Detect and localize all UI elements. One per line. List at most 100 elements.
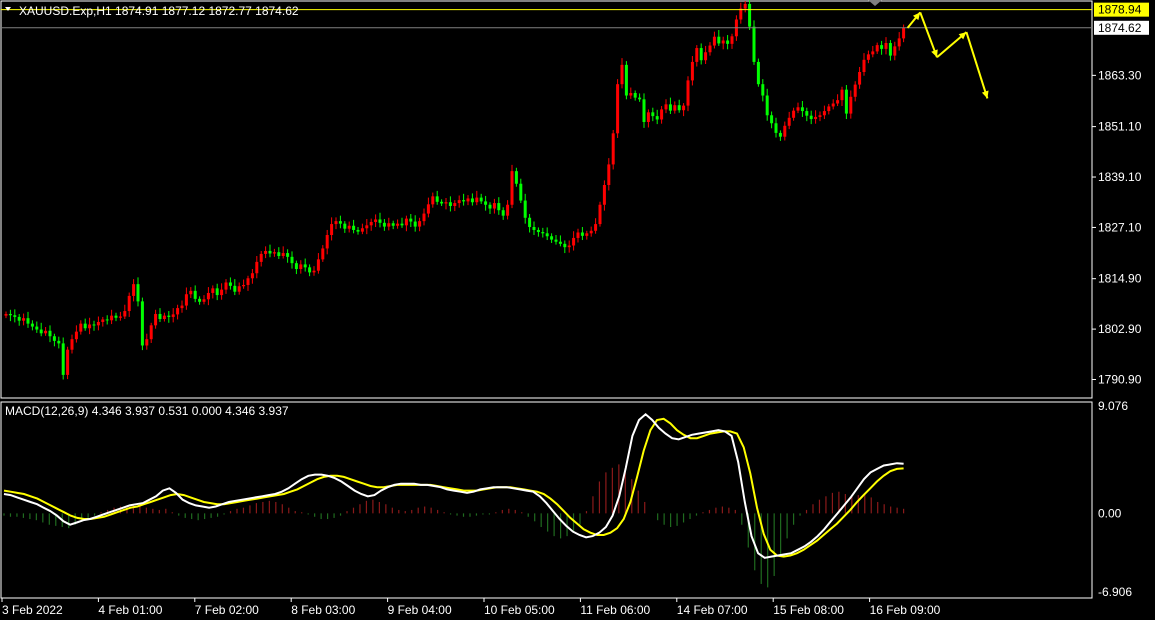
candle-body[interactable]	[541, 232, 545, 234]
candle-body[interactable]	[118, 316, 122, 318]
candle-body[interactable]	[343, 223, 347, 229]
candle-body[interactable]	[809, 115, 813, 120]
candle-body[interactable]	[48, 330, 52, 337]
candle-body[interactable]	[321, 248, 325, 260]
candle-body[interactable]	[330, 224, 334, 235]
candle-body[interactable]	[356, 229, 360, 232]
candle-body[interactable]	[849, 96, 853, 114]
candle-body[interactable]	[624, 64, 628, 96]
candle-body[interactable]	[805, 111, 809, 116]
candle-body[interactable]	[831, 103, 835, 107]
candle-body[interactable]	[475, 197, 479, 203]
candle-body[interactable]	[602, 185, 606, 205]
candle-body[interactable]	[778, 132, 782, 137]
candle-body[interactable]	[488, 204, 492, 209]
candle-body[interactable]	[136, 284, 140, 302]
candle-body[interactable]	[422, 213, 426, 222]
candle-body[interactable]	[250, 273, 254, 279]
candle-body[interactable]	[286, 253, 290, 257]
candle-body[interactable]	[814, 116, 818, 120]
candle-body[interactable]	[127, 295, 131, 312]
candle-body[interactable]	[893, 46, 897, 56]
candle-body[interactable]	[655, 116, 659, 120]
candle-body[interactable]	[237, 286, 241, 292]
candle-body[interactable]	[457, 200, 461, 204]
candle-body[interactable]	[57, 340, 61, 344]
candle-body[interactable]	[334, 221, 338, 225]
candle-body[interactable]	[272, 252, 276, 254]
candle-body[interactable]	[448, 202, 452, 207]
candle-body[interactable]	[312, 270, 316, 273]
candle-body[interactable]	[532, 227, 536, 230]
candle-body[interactable]	[105, 319, 109, 321]
candle-body[interactable]	[506, 204, 510, 216]
candle-body[interactable]	[536, 229, 540, 233]
candle-body[interactable]	[233, 285, 237, 292]
candle-body[interactable]	[374, 219, 378, 222]
candle-body[interactable]	[558, 241, 562, 244]
candle-body[interactable]	[365, 225, 369, 229]
candle-body[interactable]	[840, 89, 844, 101]
candle-body[interactable]	[484, 201, 488, 205]
candle-body[interactable]	[677, 105, 681, 111]
candle-body[interactable]	[501, 210, 505, 216]
candle-body[interactable]	[708, 45, 712, 53]
candle-body[interactable]	[730, 36, 734, 44]
candle-body[interactable]	[101, 319, 105, 322]
candle-body[interactable]	[184, 294, 188, 306]
candle-body[interactable]	[550, 236, 554, 240]
candle-body[interactable]	[140, 301, 144, 346]
candle-body[interactable]	[281, 253, 285, 257]
candle-body[interactable]	[347, 225, 351, 229]
candle-body[interactable]	[470, 198, 474, 203]
candle-body[interactable]	[563, 243, 567, 248]
candle-body[interactable]	[866, 54, 870, 60]
candle-body[interactable]	[211, 288, 215, 293]
candle-body[interactable]	[514, 171, 518, 184]
candle-body[interactable]	[871, 51, 875, 55]
candle-body[interactable]	[145, 339, 149, 346]
candle-body[interactable]	[770, 115, 774, 124]
candle-body[interactable]	[13, 315, 17, 317]
candle-body[interactable]	[660, 109, 664, 120]
candle-body[interactable]	[61, 343, 65, 375]
candle-body[interactable]	[316, 259, 320, 271]
candle-body[interactable]	[510, 171, 514, 205]
candle-body[interactable]	[567, 245, 571, 248]
candle-body[interactable]	[646, 112, 650, 122]
candle-body[interactable]	[96, 321, 100, 326]
candle-body[interactable]	[66, 349, 70, 375]
candle-body[interactable]	[220, 289, 224, 296]
candle-body[interactable]	[176, 308, 180, 315]
dropdown-triangle-icon[interactable]	[5, 7, 11, 11]
candle-body[interactable]	[308, 267, 312, 273]
candle-body[interactable]	[761, 84, 765, 96]
candle-body[interactable]	[682, 105, 686, 111]
candle-body[interactable]	[651, 112, 655, 117]
candle-body[interactable]	[699, 48, 703, 61]
candle-body[interactable]	[554, 239, 558, 242]
candle-body[interactable]	[413, 221, 417, 227]
candle-body[interactable]	[39, 329, 43, 334]
candle-body[interactable]	[418, 221, 422, 227]
candle-body[interactable]	[162, 315, 166, 320]
candle-body[interactable]	[360, 228, 364, 232]
candle-body[interactable]	[404, 218, 408, 226]
candle-body[interactable]	[633, 93, 637, 98]
candle-body[interactable]	[132, 284, 136, 296]
candle-body[interactable]	[110, 315, 114, 321]
candle-body[interactable]	[690, 61, 694, 81]
candle-body[interactable]	[629, 93, 633, 96]
candle-body[interactable]	[435, 196, 439, 202]
candle-body[interactable]	[44, 330, 48, 334]
candle-body[interactable]	[880, 45, 884, 49]
candle-body[interactable]	[580, 232, 584, 236]
candle-body[interactable]	[35, 326, 39, 330]
candle-body[interactable]	[497, 203, 501, 211]
candle-body[interactable]	[303, 264, 307, 268]
candle-body[interactable]	[492, 203, 496, 209]
candle-body[interactable]	[523, 200, 527, 218]
candle-body[interactable]	[528, 217, 532, 228]
candle-body[interactable]	[88, 324, 92, 329]
candle-body[interactable]	[391, 223, 395, 226]
